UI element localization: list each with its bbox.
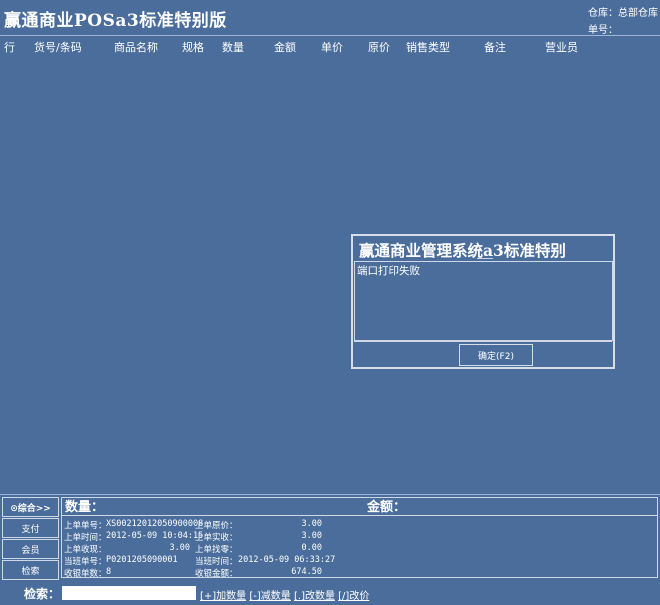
detail-value: 2012-05-09 10:04:15 [106,531,204,541]
detail-label: 上单收现： [64,545,107,555]
detail-label: 上单原价： [195,521,238,531]
column-header: 金额 [274,41,296,54]
quantity-label: 数量： [65,500,105,515]
detail-value: 3.00 [301,531,322,541]
dialog-message: 端口打印失败 [354,261,613,341]
detail-label: 收银单数： [64,569,107,579]
hint-add-qty[interactable]: [+]加数量 [200,591,246,602]
detail-label: 上单找零： [195,545,238,555]
summary-row: 数量： 金额： [61,497,658,516]
column-header: 单价 [321,41,343,54]
hint-change-qty[interactable]: [.]改数量 [294,591,335,602]
last-order-details: 上单单号： XS00212012050900008 上单时间： 2012-05-… [61,516,658,579]
member-button[interactable]: 会员 [2,539,59,559]
column-header: 销售类型 [406,41,450,54]
order-no-label: 单号： [588,25,618,36]
detail-label: 上单实收： [195,533,238,543]
detail-value: XS00212012050900008 [106,519,204,529]
search-button[interactable]: 检索 [2,560,59,580]
column-header: 数量 [222,41,244,54]
column-header: 备注 [484,41,506,54]
amount-label: 金额： [367,500,407,515]
detail-value: 0.00 [301,543,322,553]
detail-label: 当班单号： [64,557,107,567]
pay-button[interactable]: 支付 [2,518,59,538]
column-header: 原价 [368,41,390,54]
column-header: 营业员 [545,41,578,54]
detail-label: 当班时间： [195,557,238,567]
shortcut-hints: [+]加数量 [-]减数量 [.]改数量 [/]改价 [200,587,369,602]
grid-bottom-divider [0,494,660,495]
detail-value: P0201205090001 [106,555,178,565]
warehouse-label: 仓库：总部仓库 [588,8,658,19]
combined-button[interactable]: ⊙综合>> [2,497,59,517]
column-header: 规格 [182,41,204,54]
app-title: 赢通商业POSa3标准特别版 [4,11,227,31]
dialog-divider [354,341,612,342]
column-header: 行 [4,41,15,54]
column-header: 货号/条码 [34,41,82,54]
search-label: 检索： [24,587,61,601]
dialog-title-mark [477,258,493,259]
hint-change-price[interactable]: [/]改价 [338,591,369,602]
detail-label: 上单单号： [64,521,107,531]
detail-value: 8 [106,567,112,577]
detail-value: 2012-05-09 06:33:27 [238,555,336,565]
ok-button[interactable]: 确定(F2) [459,344,533,366]
error-dialog: 赢通商业管理系统a3标准特别 端口打印失败 确定(F2) [351,234,615,369]
detail-value: 3.00 [169,543,190,553]
dialog-title: 赢通商业管理系统a3标准特别 [359,241,566,260]
column-header: 商品名称 [114,41,158,54]
detail-value: 674.50 [291,567,322,577]
header-divider [0,35,660,36]
detail-value: 3.00 [301,519,322,529]
detail-label: 上单时间： [64,533,107,543]
detail-label: 收银金额： [195,569,238,579]
search-input[interactable] [62,586,196,600]
hint-sub-qty[interactable]: [-]减数量 [249,591,290,602]
